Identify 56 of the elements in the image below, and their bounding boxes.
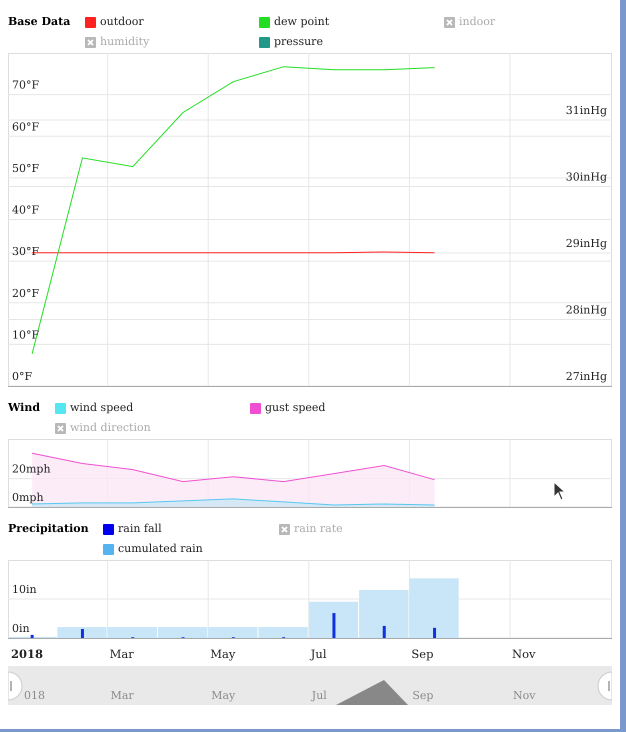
hidden-series-icon [55,422,66,434]
cumulated-bar [359,590,408,638]
axis-label: 30°F [12,245,40,258]
legend-item[interactable]: rain fall [103,519,279,539]
hidden-series-icon [444,16,455,28]
legend-item[interactable]: outdoor [85,12,259,32]
rain-column [332,613,336,638]
axis-label: 0°F [12,370,32,383]
cumulated-bar [108,627,157,638]
axis-label: Sep [411,647,434,661]
navigator-label: 018 [24,689,45,702]
axis-label: 40°F [12,204,40,216]
axis-label: 29inHg [566,237,607,250]
axis-label: 70°F [12,78,40,92]
hidden-series-icon [279,524,290,534]
axis-label: 0mph [12,491,44,504]
axis-label: Nov [512,647,536,661]
navigator-label: Jul [312,689,327,702]
axis-label: 31inHg [566,104,607,117]
legend-item[interactable]: dew point [259,12,444,32]
axis-label: Mar [110,647,134,661]
axis-label: May [210,647,236,661]
legend-item[interactable]: wind speed [55,398,250,418]
axis-label: 0in [12,622,30,635]
rain-column [433,628,436,638]
legend-item[interactable]: cumulated rain [103,539,279,559]
rain-column [30,634,34,638]
cumulated-bar [208,627,258,638]
navigator-label: Mar [110,689,134,702]
cumulated-bar [158,627,208,638]
pointer-icon [553,481,566,501]
legend-item[interactable]: gust speed [250,398,445,418]
axis-label: 20°F [12,286,40,300]
legend-title: Base Data [8,14,72,30]
axis-label: 27inHg [566,370,607,383]
axis-label: 20mph [12,462,51,476]
axis-label: 50°F [12,162,40,175]
rain-column [382,626,386,638]
navigator-label: Sep [412,689,434,702]
axis-label: 30inHg [566,170,607,184]
navigator-handle[interactable] [598,672,612,700]
legend-item[interactable]: pressure [259,32,444,52]
axis-label: 28inHg [566,304,607,316]
axis-label: 10in [12,583,37,596]
navigator-label: May [211,689,236,702]
legend-title: Wind [8,400,42,416]
cumulated-bar [409,578,459,638]
navigator-label: Nov [513,689,536,702]
axis-label: Jul [310,647,326,661]
rain-column [80,629,84,638]
legend-title: Precipitation [8,521,90,537]
axis-label: 60°F [12,120,40,134]
navigator-handle[interactable] [8,672,22,700]
hidden-series-icon [85,36,96,48]
axis-label: 2018 [11,647,44,661]
navigator-series [336,680,408,705]
